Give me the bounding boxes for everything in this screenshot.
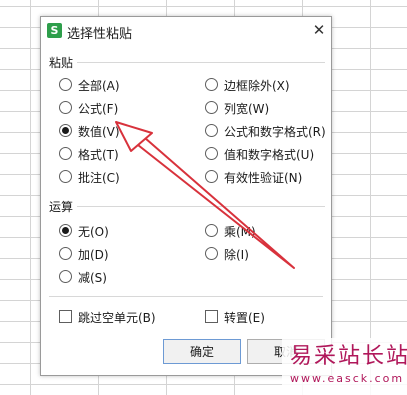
radio-button[interactable] (59, 170, 72, 183)
radio-button[interactable] (59, 78, 72, 91)
radio-label: 边框除外(X) (224, 79, 290, 93)
checkbox[interactable] (59, 310, 72, 323)
ok-button[interactable]: 确定 (163, 339, 241, 364)
checkbox[interactable] (205, 310, 218, 323)
checkbox-label: 转置(E) (224, 311, 265, 325)
radio-button-selected[interactable] (59, 124, 72, 137)
dialog-title: 选择性粘贴 (67, 27, 133, 42)
radio-label: 数值(V) (78, 125, 120, 139)
radio-label: 公式和数字格式(R) (224, 125, 326, 139)
radio-button[interactable] (205, 247, 218, 260)
radio-label: 批注(C) (78, 171, 120, 185)
radio-label: 列宽(W) (224, 102, 270, 116)
radio-button[interactable] (205, 170, 218, 183)
radio-button[interactable] (205, 147, 218, 160)
radio-label: 除(I) (224, 248, 249, 262)
radio-label: 公式(F) (78, 102, 119, 116)
radio-label: 减(S) (78, 271, 107, 285)
radio-button-selected[interactable] (59, 224, 72, 237)
paste-group-divider (77, 62, 325, 63)
radio-label: 全部(A) (78, 79, 120, 93)
radio-button[interactable] (59, 101, 72, 114)
radio-button[interactable] (205, 101, 218, 114)
radio-label: 有效性验证(N) (224, 171, 303, 185)
title-bar: S 选择性粘贴 ✕ (41, 17, 331, 45)
radio-label: 乘(M) (224, 225, 256, 239)
radio-button[interactable] (59, 147, 72, 160)
watermark-text: 易采站长站 (290, 344, 407, 369)
radio-button[interactable] (59, 247, 72, 260)
close-icon[interactable]: ✕ (309, 19, 329, 41)
radio-label: 值和数字格式(U) (224, 148, 315, 162)
paste-special-dialog: S 选择性粘贴 ✕ 粘贴 全部(A) 公式(F) 数值(V) 格式(T) 批注(… (40, 16, 332, 376)
radio-button[interactable] (205, 124, 218, 137)
options-divider (49, 296, 323, 297)
operation-group-divider (77, 206, 325, 207)
watermark-url: www.easck.com (290, 372, 405, 385)
site-watermark: 易采站长站 www.easck.com (282, 338, 407, 395)
radio-label: 无(O) (78, 225, 109, 239)
paste-group-label: 粘贴 (49, 56, 74, 70)
radio-button[interactable] (205, 224, 218, 237)
radio-button[interactable] (205, 78, 218, 91)
operation-group-label: 运算 (49, 200, 74, 214)
checkbox-label: 跳过空单元(B) (78, 311, 156, 325)
wps-app-icon: S (47, 23, 62, 38)
radio-label: 格式(T) (78, 148, 119, 162)
radio-label: 加(D) (78, 248, 109, 262)
radio-button[interactable] (59, 270, 72, 283)
